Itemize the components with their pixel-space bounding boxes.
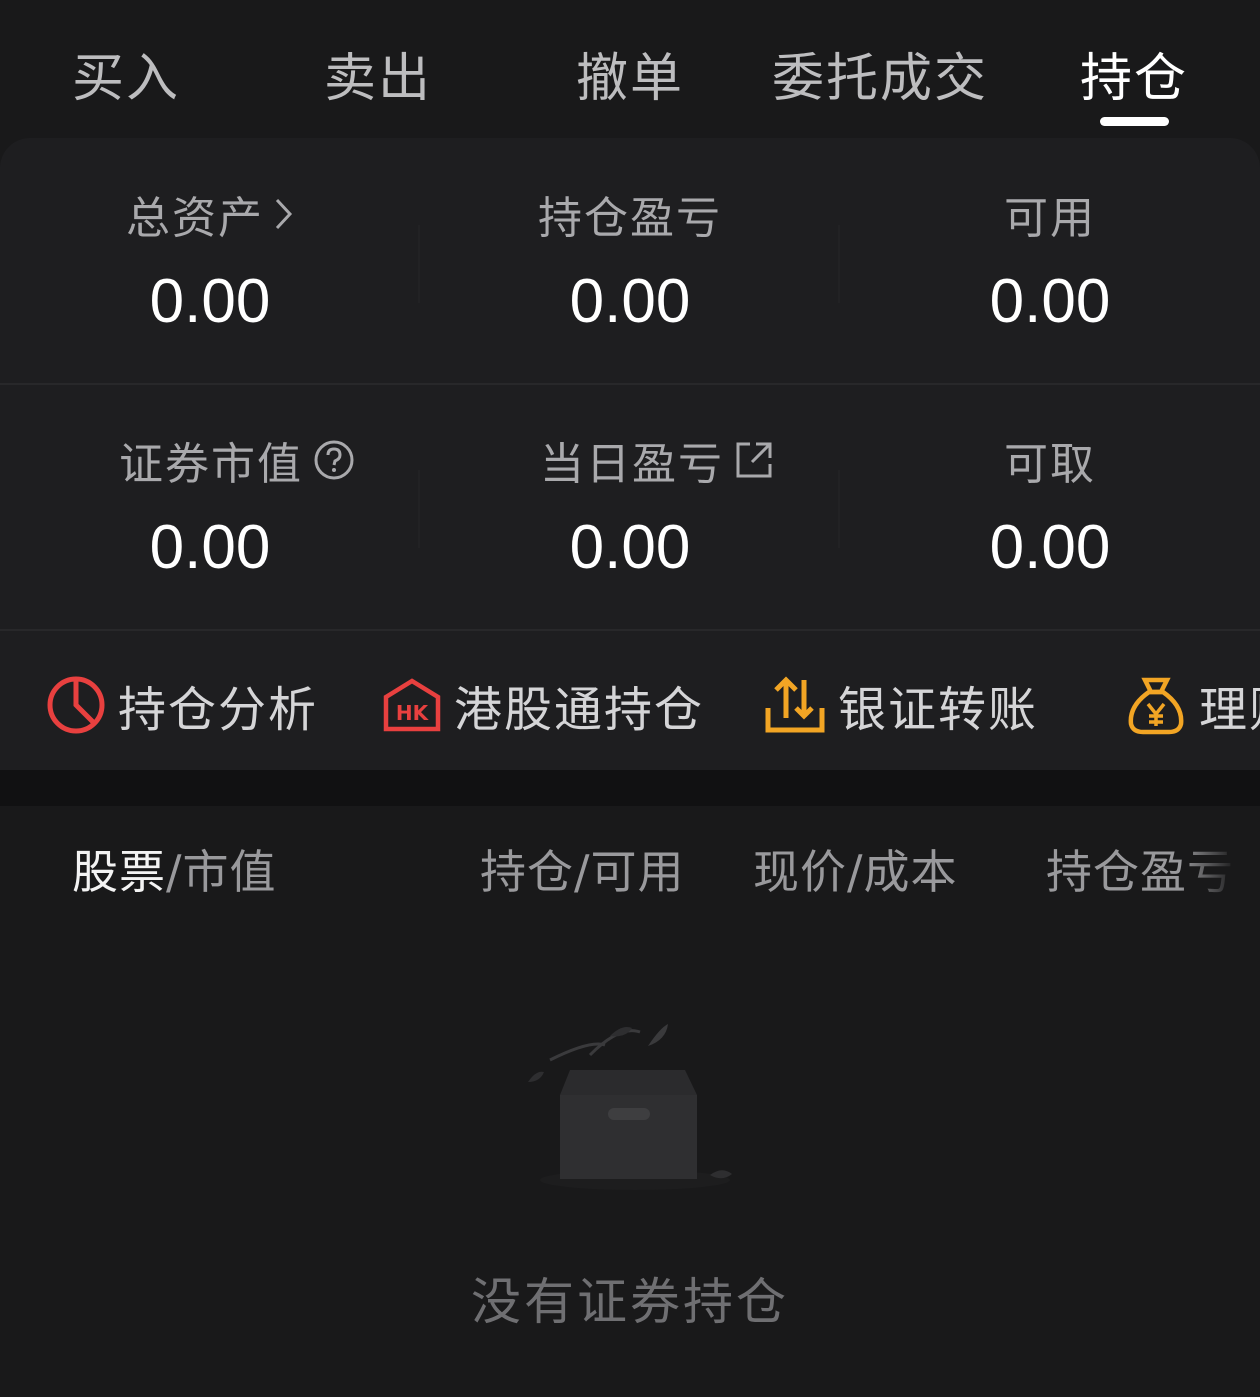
column-header-price-cost: 现价/成本 [753,845,958,899]
trade-tab-bar: 买入 卖出 撤单 委托成交 持仓 [0,0,1260,138]
active-tab-indicator [1100,117,1169,126]
market-value-cell: 证券市值 0.00 [27,430,447,583]
daily-pnl-label: 当日盈亏 [540,439,724,490]
daily-pnl-cell[interactable]: 当日盈亏 0.00 [447,430,867,583]
column-header-stock-label: 股票 [72,845,166,899]
column-header-market-value-label: /市值 [166,845,277,899]
market-value-value: 0.00 [149,513,271,582]
row-divider [0,383,1260,385]
position-pnl-value: 0.00 [569,267,691,336]
tab-positions[interactable]: 持仓 [1080,36,1188,111]
pie-chart-icon [46,675,106,735]
column-header-stock: 股票/市值 [72,836,277,902]
action-position-analysis[interactable]: 持仓分析 [46,670,318,740]
svg-text:HK: HK [396,701,430,725]
action-label: 理财 [1199,682,1260,738]
column-header-position-available: 持仓/可用 [480,845,685,899]
available-value: 0.00 [989,267,1111,336]
money-bag-icon [1125,674,1187,736]
chevron-right-icon [274,196,294,232]
withdrawable-cell: 可取 0.00 [840,430,1260,583]
section-divider [0,770,1260,806]
daily-pnl-value: 0.00 [569,513,691,582]
transfer-icon [764,674,826,736]
position-pnl-cell: 持仓盈亏 0.00 [420,184,840,337]
tab-buy[interactable]: 买入 [72,36,180,111]
action-label: 港股通持仓 [454,682,705,738]
total-assets-cell[interactable]: 总资产 0.00 [0,184,420,337]
position-pnl-label: 持仓盈亏 [538,193,722,244]
header-fade-overlay [1180,806,1260,916]
action-label: 银证转账 [838,682,1039,738]
empty-state-message: 没有证券持仓 [471,1273,789,1331]
withdrawable-value: 0.00 [989,513,1111,582]
empty-box-icon [510,1010,760,1200]
row-divider [0,629,1260,631]
tab-cancel-order[interactable]: 撤单 [576,36,684,111]
external-link-icon[interactable] [734,440,774,480]
available-cell: 可用 0.00 [840,184,1260,337]
hk-icon: HK [382,675,442,735]
market-value-label: 证券市值 [119,439,303,490]
action-wealth-management[interactable]: 理财 [1125,670,1260,740]
available-label: 可用 [1004,193,1096,244]
action-bank-transfer[interactable]: 银证转账 [764,670,1038,740]
action-label: 持仓分析 [118,682,319,738]
action-hk-connect-positions[interactable]: HK 港股通持仓 [382,670,704,740]
total-assets-value: 0.00 [149,267,271,336]
help-icon[interactable] [313,439,355,481]
total-assets-label: 总资产 [126,193,264,244]
tab-orders-trades[interactable]: 委托成交 [772,36,988,111]
tab-sell[interactable]: 卖出 [324,36,432,111]
withdrawable-label: 可取 [1004,439,1096,490]
